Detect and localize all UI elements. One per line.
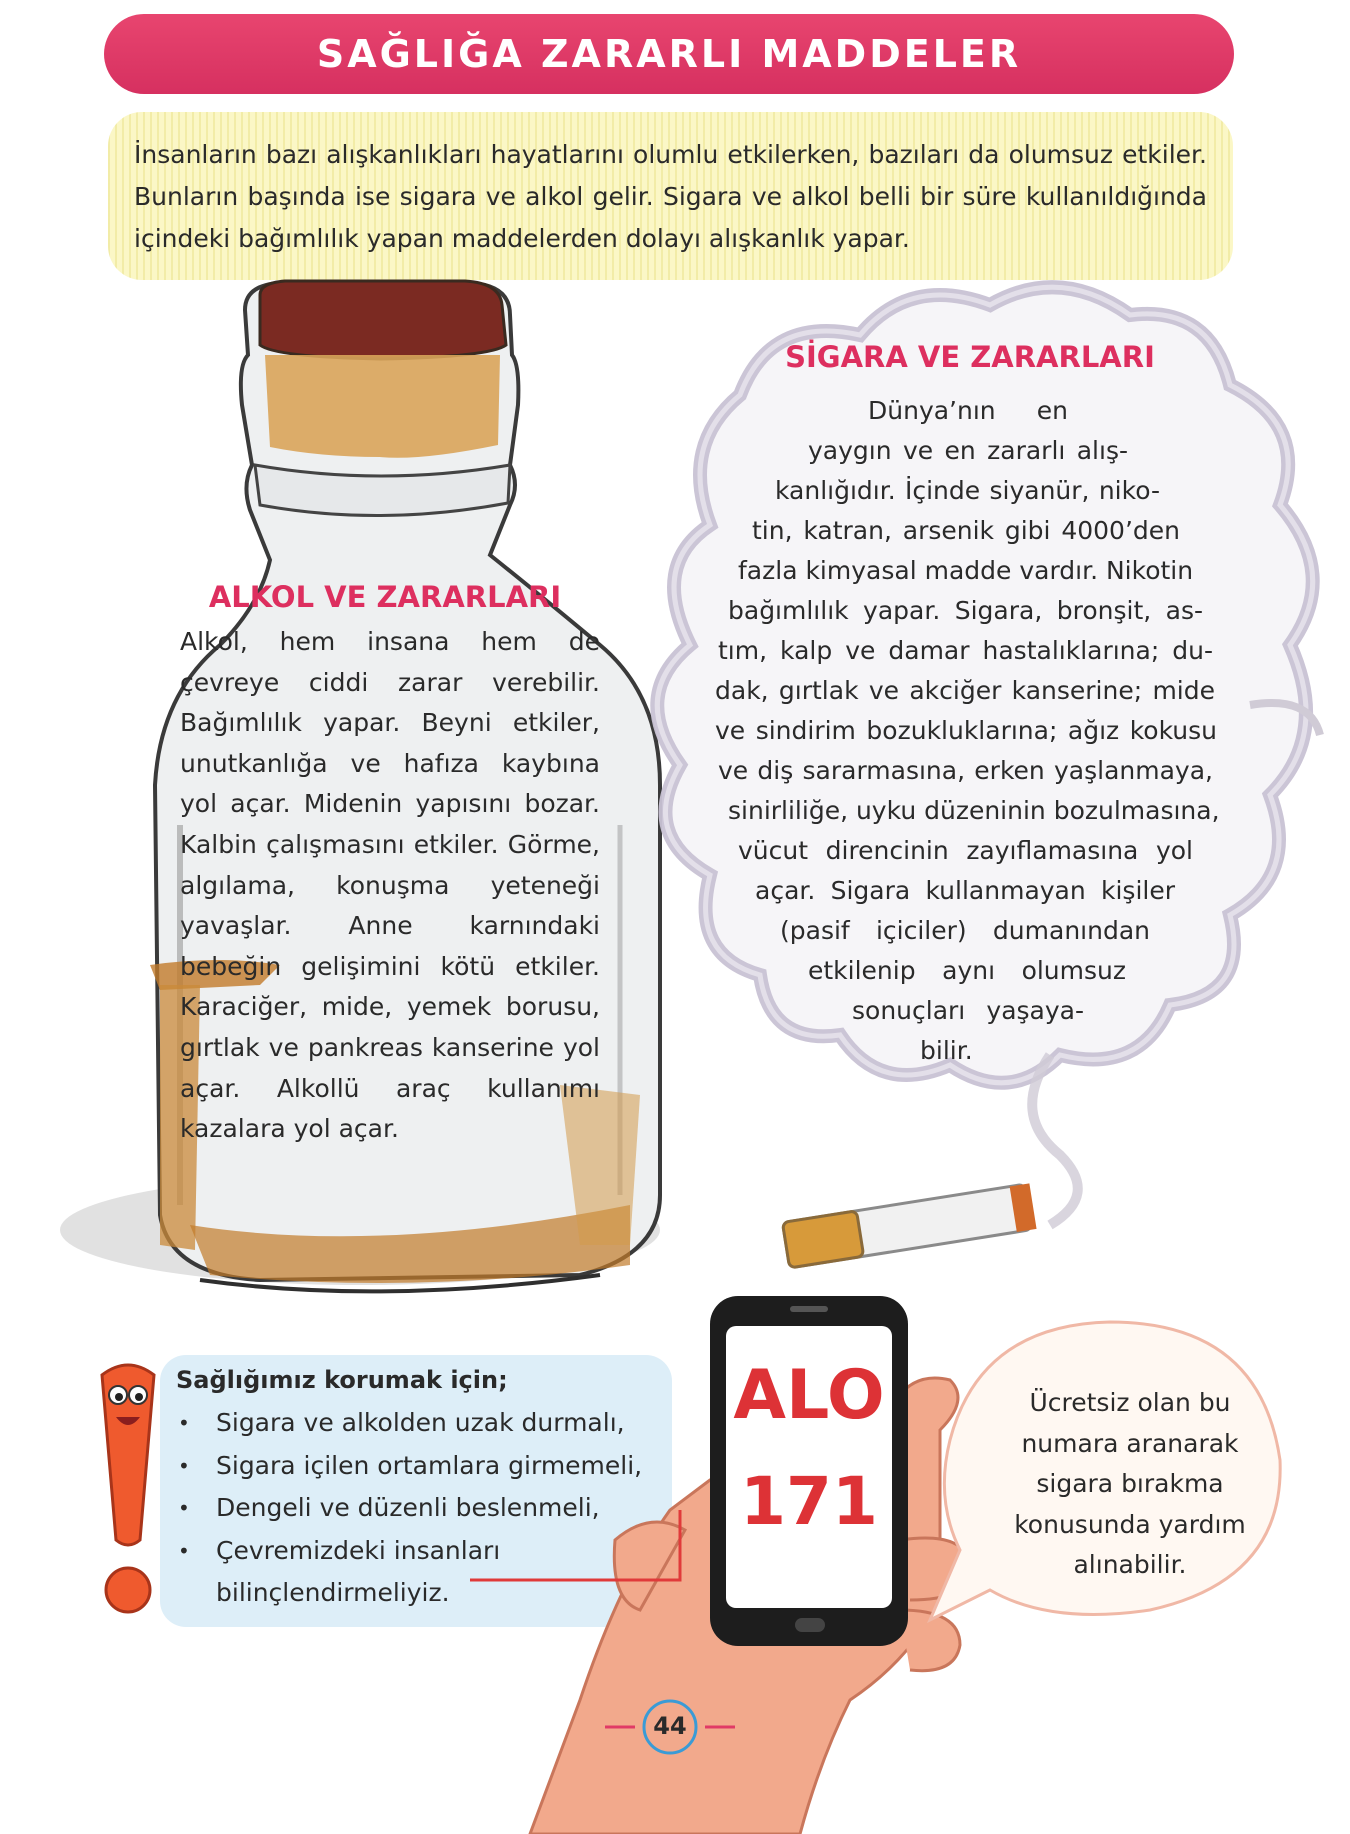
alkol-title: ALKOL VE ZARARLARI — [208, 580, 562, 614]
sigara-text-line: vücut direncinin zayıflamasına yol — [738, 836, 1193, 865]
sigara-text-line: tin, katran, arsenik gibi 4000’den — [752, 516, 1180, 545]
sigara-text-line: açar. Sigara kullanmayan kişiler — [755, 876, 1175, 905]
sigara-text-line: etkilenip aynı olumsuz — [808, 956, 1126, 985]
page-number: 44 — [653, 1712, 687, 1740]
sigara-text-line: ve diş sararmasına, erken yaşlanmaya, — [718, 756, 1213, 785]
intro-text: İnsanların bazı alışkanlıkları hayatları… — [134, 140, 1207, 253]
page-title: SAĞLIĞA ZARARLI MADDELER — [316, 32, 1022, 76]
sigara-text-line: dak, gırtlak ve akciğer kanserine; mide — [715, 676, 1215, 705]
exclamation-mascot-illustration — [100, 1363, 156, 1614]
intro-box: İnsanların bazı alışkanlıkları hayatları… — [108, 112, 1233, 280]
alkol-text: Alkol, hem insana hem de çevreye ciddi z… — [180, 627, 600, 1144]
sigara-title: SİGARA VE ZARARLARI — [785, 340, 1155, 374]
phone-speaker — [790, 1306, 828, 1312]
sigara-text-line: bilir. — [920, 1036, 973, 1065]
sigara-text-line: tım, kalp ve damar hastalıklarına; du- — [718, 636, 1213, 665]
sigara-text-line: yaygın ve en zararlı alış- — [808, 436, 1128, 465]
sigara-text-line: sinirliliğe, uyku düzeninin bozulmasına, — [728, 796, 1220, 825]
sigara-text-line: kanlığıdır. İçinde siyanür, niko- — [775, 476, 1160, 505]
bubble-text: Ücretsiz olan bu numara aranarak sigara … — [1014, 1388, 1246, 1580]
sigara-text-line: ve sindirim bozukluklarına; ağız kokusu — [715, 716, 1217, 745]
sigara-text-line: sonuçları yaşaya- — [852, 996, 1084, 1025]
sigara-text-line: fazla kimyasal madde vardır. Nikotin — [738, 556, 1194, 585]
helpline-number: 171 — [740, 1463, 878, 1540]
title-banner: SAĞLIĞA ZARARLI MADDELER — [104, 14, 1234, 94]
sigara-text-line: bağımlılık yapar. Sigara, bronşit, as- — [728, 596, 1203, 625]
alo-label: ALO — [733, 1356, 885, 1435]
health-heading: Sağlığımız korumak için; — [176, 1366, 508, 1394]
sigara-text-line: (pasif içiciler) dumanından — [780, 916, 1150, 945]
phone-home-button — [795, 1618, 825, 1632]
sigara-text-line: Dünya’nın en — [868, 396, 1068, 425]
